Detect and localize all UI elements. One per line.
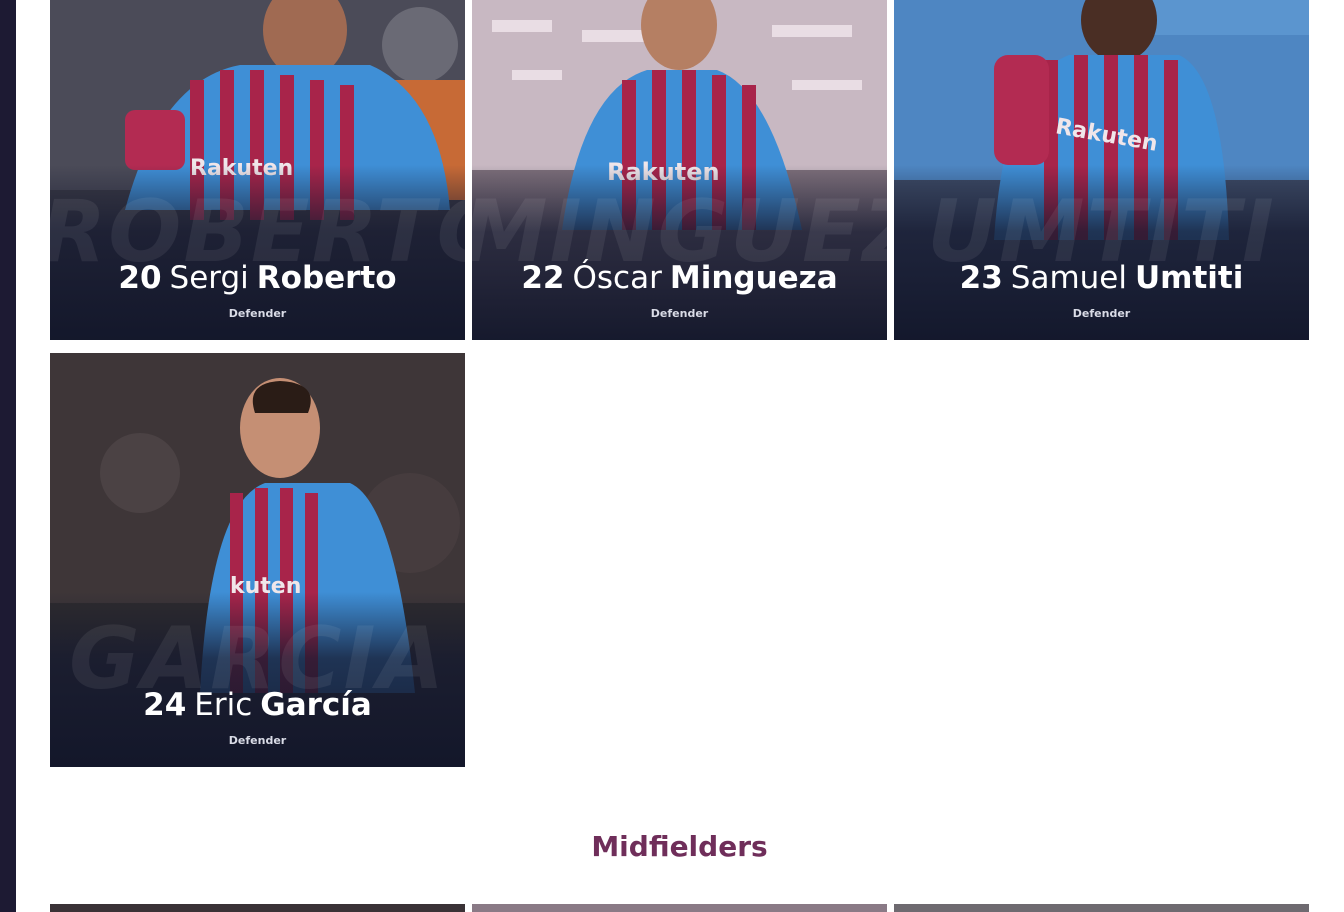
player-last-name: Umtiti xyxy=(1134,260,1244,296)
player-card-peek[interactable] xyxy=(894,904,1309,912)
player-card-peek[interactable] xyxy=(50,904,465,912)
player-last-name: Roberto xyxy=(256,260,397,296)
player-number: 22 xyxy=(521,260,565,296)
player-card-samuel-umtiti[interactable]: Rakuten UMTITI 23 Samuel Umtiti Defender xyxy=(894,0,1309,340)
player-number: 24 xyxy=(143,687,187,723)
player-card-oscar-mingueza[interactable]: Rakuten MINGUEZA 22ÓscarMingueza Defende… xyxy=(472,0,887,340)
player-card-eric-garcia[interactable]: kuten GARCIA 24 Eric García Defender xyxy=(50,353,465,767)
player-name: 22 Óscar Mingueza xyxy=(472,260,887,296)
player-name: 23 Samuel Umtiti xyxy=(894,260,1309,296)
player-first-name: Samuel xyxy=(1010,260,1127,296)
player-card-peek[interactable] xyxy=(472,904,887,912)
player-position: Defender xyxy=(228,307,287,320)
player-number: 23 xyxy=(959,260,1003,296)
player-position: Defender xyxy=(228,734,287,747)
player-first-name: Óscar xyxy=(572,260,662,296)
player-first-name: Sergi xyxy=(169,260,249,296)
player-name: 20 Sergi Roberto xyxy=(50,260,465,296)
player-first-name: Eric xyxy=(194,687,253,723)
player-position: Defender xyxy=(650,307,709,320)
player-last-name: Mingueza xyxy=(669,260,838,296)
player-number: 20 xyxy=(118,260,162,296)
player-name: 24 Eric García xyxy=(50,687,465,723)
section-title-midfielders: Midfielders xyxy=(591,830,768,863)
player-card-sergi-roberto[interactable]: Rakuten ROBERTO 20SergiRoberto Defender xyxy=(50,0,465,340)
left-rail xyxy=(0,0,16,912)
player-last-name: García xyxy=(260,687,372,723)
player-position: Defender xyxy=(1072,307,1131,320)
